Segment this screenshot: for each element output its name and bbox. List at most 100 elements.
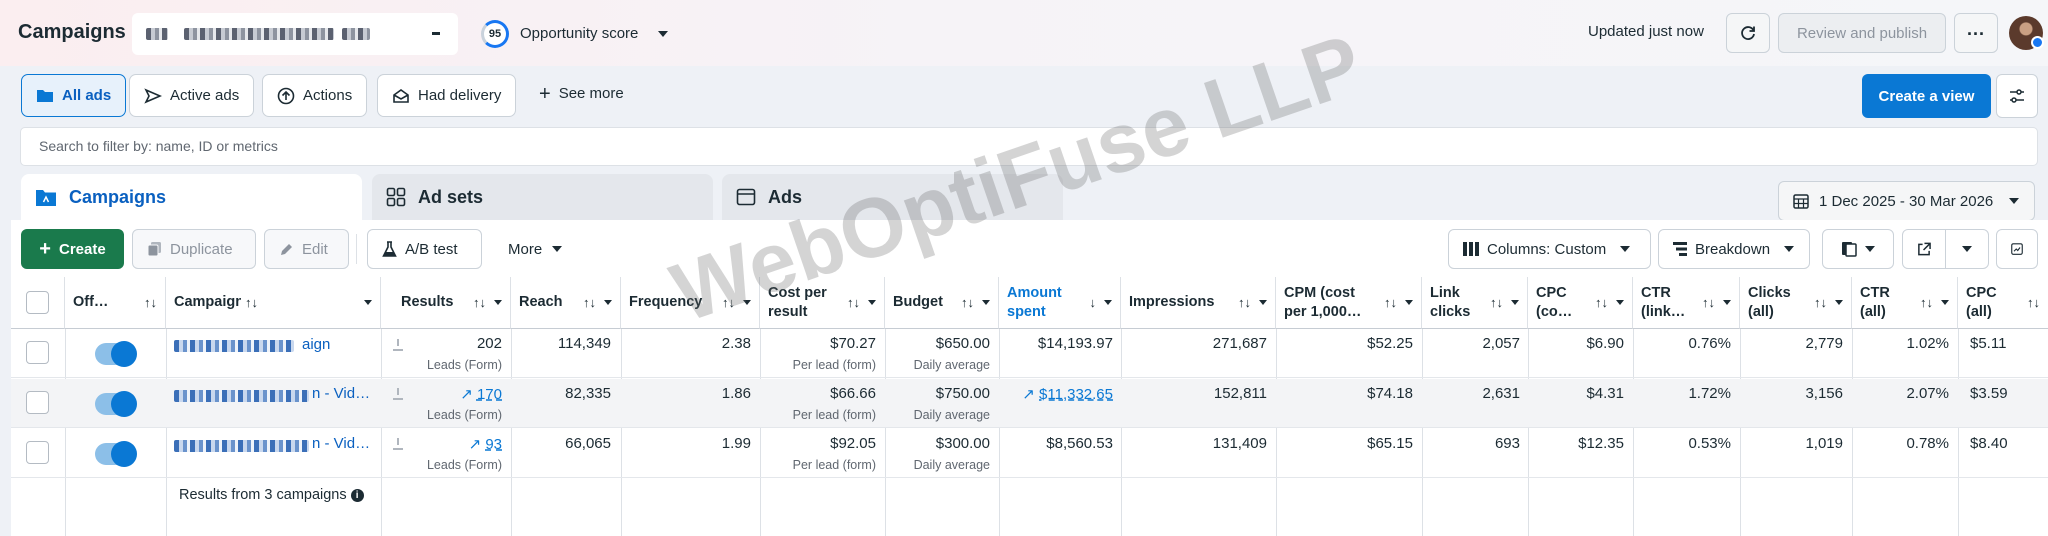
duplicate-button[interactable]: Duplicate [132,229,256,269]
column-header-clicks-all[interactable]: Clicks (all) ↑↓ [1740,277,1852,329]
sort-icon[interactable]: ↑↓ [961,293,974,312]
chevron-down-icon[interactable] [1616,300,1624,305]
link-clicks-value: 693 [1494,435,1520,452]
opportunity-score-ring[interactable]: 95 [481,20,509,48]
sort-icon[interactable]: ↑↓ [144,293,157,312]
column-header-reach[interactable]: Reach ↑↓ [511,277,621,329]
amount-spent-value[interactable]: ↗ $11,332.65 [1022,385,1113,403]
account-selector[interactable] [132,13,458,55]
sort-icon[interactable]: ↑↓ [847,293,860,312]
toggle-knob [111,441,137,467]
chevron-down-icon[interactable] [494,300,502,305]
refresh-button[interactable] [1726,13,1770,53]
amount-spent-link[interactable]: $11,332.65 [1039,386,1113,403]
chevron-down-icon[interactable] [1405,300,1413,305]
chevron-down-icon[interactable] [364,300,372,305]
campaign-toggle[interactable] [95,391,137,417]
column-header-ctr-link[interactable]: CTR (link… ↑↓ [1633,277,1740,329]
edit-button[interactable]: Edit [264,229,349,269]
opportunity-score-label[interactable]: Opportunity score [520,25,638,42]
create-button[interactable]: + Create [21,229,124,269]
column-header-off-on[interactable]: Off… ↑↓ [65,277,166,329]
chevron-down-icon[interactable] [604,300,612,305]
results-link[interactable]: 93 [485,436,502,453]
column-header-link-clicks[interactable]: Link clicks ↑↓ [1422,277,1528,329]
see-more-button[interactable]: + See more [539,84,624,104]
row-checkbox[interactable] [26,391,49,414]
export-button[interactable] [1902,229,1946,269]
column-header-amount-spent[interactable]: Amount spent ↓ [999,277,1121,329]
create-view-button[interactable]: Create a view [1862,74,1991,118]
download-icon[interactable] [393,339,403,351]
review-and-publish-button[interactable]: Review and publish [1778,13,1946,53]
view-settings-button[interactable] [1996,74,2038,118]
select-all-checkbox[interactable] [26,291,49,314]
more-button[interactable]: More [494,229,576,269]
chevron-down-icon[interactable] [1511,300,1519,305]
results-value[interactable]: ↗ 93 [469,435,502,453]
chevron-down-icon[interactable] [868,300,876,305]
sort-icon[interactable]: ↑↓ [583,293,596,312]
sort-icon[interactable]: ↑↓ [2027,293,2040,312]
campaign-name-link[interactable]: n - Vid… [312,385,370,402]
download-icon[interactable] [393,438,403,450]
column-header-campaign[interactable]: Campaign ↑↓ [166,277,381,329]
column-header-cpc-all[interactable]: CPC (all) ↑↓ [1958,277,2048,329]
export-dropdown-button[interactable] [1945,229,1989,269]
column-header-cpc[interactable]: CPC (co… ↑↓ [1528,277,1633,329]
column-header-cpm[interactable]: CPM (cost per 1,000… ↑↓ [1276,277,1422,329]
row-checkbox[interactable] [26,341,49,364]
column-header-frequency[interactable]: Frequency ↑↓ [621,277,760,329]
tab-ads[interactable]: Ads [722,174,1063,220]
campaign-toggle[interactable] [95,441,137,467]
chevron-down-icon[interactable] [1104,300,1112,305]
column-header-ctr-all[interactable]: CTR (all) ↑↓ [1852,277,1958,329]
trend-up-icon: ↗ [460,386,477,403]
column-header-impressions[interactable]: Impressions ↑↓ [1121,277,1276,329]
sort-icon[interactable]: ↑↓ [245,293,258,312]
filter-actions[interactable]: Actions [262,74,368,117]
row-checkbox[interactable] [26,441,49,464]
download-icon[interactable] [393,388,403,400]
campaign-name-link[interactable]: aign [302,336,330,353]
filter-had-delivery[interactable]: Had delivery [377,74,517,117]
sort-icon[interactable]: ↑↓ [473,293,486,312]
sort-icon[interactable]: ↑↓ [1595,293,1608,312]
results-link[interactable]: 170 [477,386,502,403]
sort-icon[interactable]: ↑↓ [1814,293,1827,312]
chevron-down-icon[interactable] [1259,300,1267,305]
sort-icon[interactable]: ↑↓ [1702,293,1715,312]
campaign-toggle[interactable] [95,341,137,367]
sort-descending-icon[interactable]: ↓ [1090,293,1097,312]
chevron-down-icon[interactable] [743,300,751,305]
sort-icon[interactable]: ↑↓ [1490,293,1503,312]
sort-icon[interactable]: ↑↓ [1238,293,1251,312]
filter-active-ads[interactable]: Active ads [129,74,255,117]
chevron-down-icon[interactable] [1723,300,1731,305]
more-options-button[interactable]: ... [1954,13,1998,53]
tab-campaigns[interactable]: Campaigns [21,174,362,220]
charts-button[interactable] [1996,229,2038,269]
breakdown-button[interactable]: Breakdown [1658,229,1810,269]
chevron-down-icon[interactable] [1835,300,1843,305]
reports-button[interactable] [1822,229,1894,269]
chevron-down-icon[interactable] [658,31,668,37]
sort-icon[interactable]: ↑↓ [722,293,735,312]
column-header-cost-per-result[interactable]: Cost per result ↑↓ [760,277,885,329]
date-range-picker[interactable]: 1 Dec 2025 - 30 Mar 2026 [1778,181,2035,221]
campaign-name-link[interactable]: n - Vid… [312,435,370,452]
columns-button[interactable]: Columns: Custom [1448,229,1651,269]
sort-icon[interactable]: ↑↓ [1920,293,1933,312]
ab-test-button[interactable]: A/B test [367,229,482,269]
info-icon[interactable]: i [350,488,364,502]
chevron-down-icon[interactable] [982,300,990,305]
filter-all-ads[interactable]: All ads [21,74,127,117]
sort-icon[interactable]: ↑↓ [1384,293,1397,312]
column-header-results[interactable]: Results ↑↓ [381,277,511,329]
search-input[interactable] [39,138,2019,154]
results-value[interactable]: ↗ 170 [460,385,502,403]
column-header-budget[interactable]: Budget ↑↓ [885,277,999,329]
search-bar[interactable] [20,127,2038,166]
chevron-down-icon[interactable] [1941,300,1949,305]
tab-ad-sets[interactable]: Ad sets [372,174,713,220]
